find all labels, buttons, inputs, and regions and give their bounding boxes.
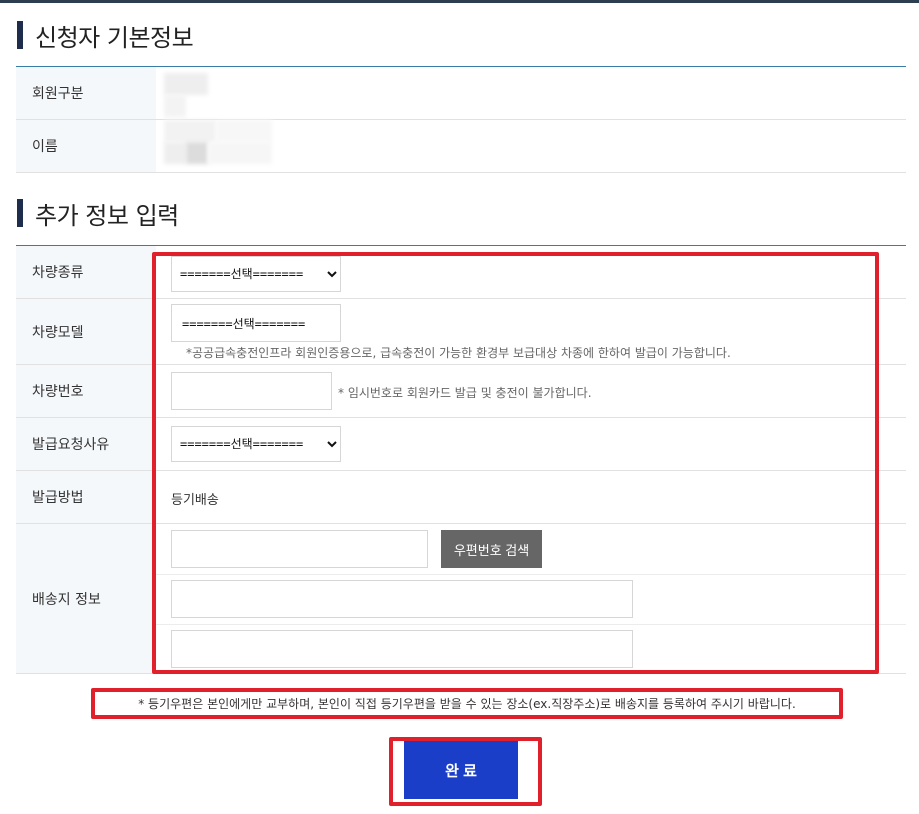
vehicle-number-note: * 임시번호로 회원카드 발급 및 충전이 불가합니다. (338, 386, 592, 400)
redacted-value (164, 142, 186, 164)
table-row: 발급방법 등기배송 (16, 471, 906, 524)
vehicle-number-input[interactable] (171, 372, 332, 410)
vehicle-model-note: *공공급속충전인프라 회원인증용으로, 급속충전이 가능한 환경부 보급대상 차… (186, 346, 731, 360)
title-bar (17, 199, 23, 227)
divider (156, 574, 906, 575)
issue-method-cell: 등기배송 (156, 471, 906, 523)
table-row: 회원구분 (16, 67, 906, 120)
issue-method-label: 발급방법 (16, 471, 156, 523)
zip-code-input[interactable] (171, 530, 428, 568)
redacted-value (164, 73, 208, 95)
issue-reason-label: 발급요청사유 (16, 418, 156, 470)
section-title-basic-text: 신청자 기본정보 (35, 23, 194, 52)
vehicle-type-select[interactable]: =======선택======= (171, 256, 341, 292)
section-title-extra: 추가 정보 입력 (17, 198, 179, 230)
divider (156, 624, 906, 625)
name-label: 이름 (16, 120, 156, 172)
section-title-extra-text: 추가 정보 입력 (35, 201, 179, 230)
notice-frame: * 등기우편은 본인에게만 교부하며, 본인이 직접 등기우편을 받을 수 있는… (91, 688, 843, 719)
basic-info-table: 회원구분 이름 (16, 66, 906, 173)
issue-reason-select[interactable]: =======선택======= (171, 426, 341, 462)
table-row: 차량종류 =======선택======= (16, 246, 906, 299)
vehicle-model-field[interactable]: =======선택======= (171, 304, 341, 342)
table-row: 배송지 정보 우편번호 검색 (16, 524, 906, 674)
vehicle-model-cell: =======선택======= *공공급속충전인프라 회원인증용으로, 급속충… (156, 299, 906, 364)
table-row: 발급요청사유 =======선택======= (16, 418, 906, 471)
delivery-cell: 우편번호 검색 (156, 524, 906, 673)
vehicle-number-cell: * 임시번호로 회원카드 발급 및 충전이 불가합니다. (156, 365, 906, 417)
address-input-2[interactable] (171, 630, 633, 668)
member-type-label: 회원구분 (16, 67, 156, 119)
member-type-value (156, 67, 906, 119)
title-bar (17, 21, 23, 49)
delivery-label: 배송지 정보 (16, 524, 156, 673)
vehicle-model-label: 차량모델 (16, 299, 156, 364)
redacted-value (186, 142, 208, 164)
vehicle-number-label: 차량번호 (16, 365, 156, 417)
name-value (156, 120, 906, 172)
table-row: 차량번호 * 임시번호로 회원카드 발급 및 충전이 불가합니다. (16, 365, 906, 418)
delivery-notice: * 등기우편은 본인에게만 교부하며, 본인이 직접 등기우편을 받을 수 있는… (138, 697, 796, 711)
address-input-1[interactable] (171, 580, 633, 618)
redacted-value (216, 120, 272, 142)
extra-info-table: 차량종류 =======선택======= 차량모델 =======선택====… (16, 245, 906, 674)
section-title-basic: 신청자 기본정보 (17, 20, 194, 52)
issue-reason-cell: =======선택======= (156, 418, 906, 470)
vehicle-type-cell: =======선택======= (156, 246, 906, 298)
zip-search-button[interactable]: 우편번호 검색 (441, 530, 542, 568)
table-row: 차량모델 =======선택======= *공공급속충전인프라 회원인증용으로… (16, 299, 906, 365)
redacted-value (164, 95, 186, 117)
redacted-value (208, 142, 272, 164)
redacted-value (164, 120, 216, 142)
top-border (0, 0, 919, 3)
issue-method-value: 등기배송 (171, 493, 219, 508)
vehicle-type-label: 차량종류 (16, 246, 156, 298)
table-row: 이름 (16, 120, 906, 173)
submit-button[interactable]: 완 료 (404, 741, 518, 799)
